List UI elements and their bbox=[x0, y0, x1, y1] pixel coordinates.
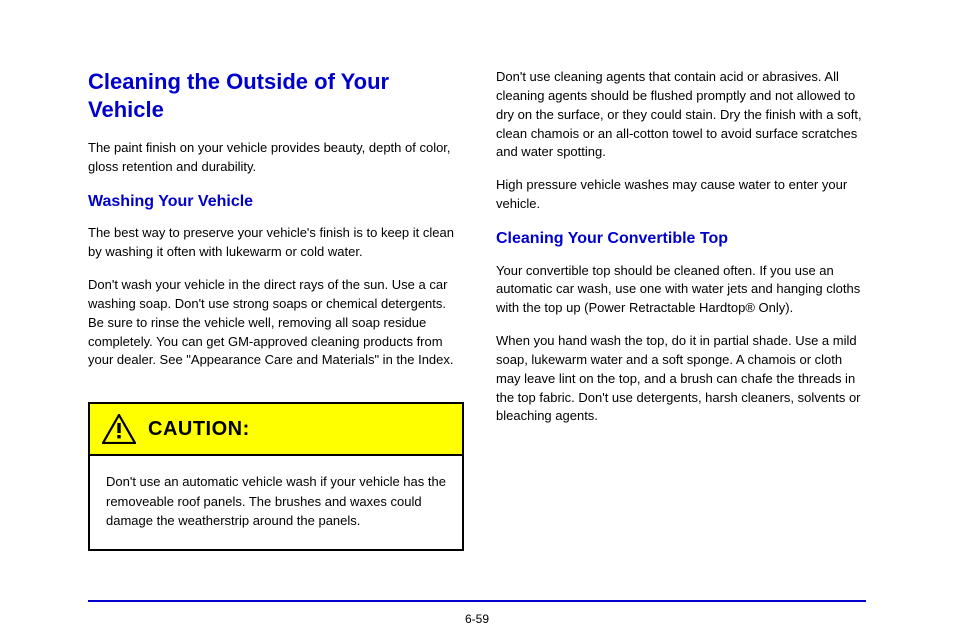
caution-header: CAUTION: bbox=[90, 404, 462, 456]
section-title: Cleaning the Outside of Your Vehicle bbox=[88, 68, 464, 123]
subheading-convertible: Cleaning Your Convertible Top bbox=[496, 228, 866, 250]
page-number: 6-59 bbox=[465, 612, 489, 626]
body-text: Don't use cleaning agents that contain a… bbox=[496, 68, 866, 162]
left-column: Cleaning the Outside of Your Vehicle The… bbox=[88, 68, 464, 551]
caution-label: CAUTION: bbox=[148, 418, 250, 441]
body-text: The best way to preserve your vehicle's … bbox=[88, 224, 464, 262]
body-text: When you hand wash the top, do it in par… bbox=[496, 332, 866, 426]
body-text-part: Your convertible top should be cleaned o… bbox=[496, 263, 860, 316]
caution-body: Don't use an automatic vehicle wash if y… bbox=[90, 456, 462, 549]
body-text: Your convertible top should be cleaned o… bbox=[496, 262, 866, 319]
body-text: Don't wash your vehicle in the direct ra… bbox=[88, 276, 464, 370]
warning-icon bbox=[102, 414, 136, 444]
caution-box: CAUTION: Don't use an automatic vehicle … bbox=[88, 402, 464, 551]
right-column: Don't use cleaning agents that contain a… bbox=[496, 68, 866, 551]
subheading-washing: Washing Your Vehicle bbox=[88, 191, 464, 213]
registered-symbol: ® bbox=[745, 300, 755, 315]
footer-rule bbox=[88, 600, 866, 602]
body-text: High pressure vehicle washes may cause w… bbox=[496, 176, 866, 214]
body-text: The paint finish on your vehicle provide… bbox=[88, 139, 464, 177]
body-text-part: Only). bbox=[755, 300, 793, 315]
